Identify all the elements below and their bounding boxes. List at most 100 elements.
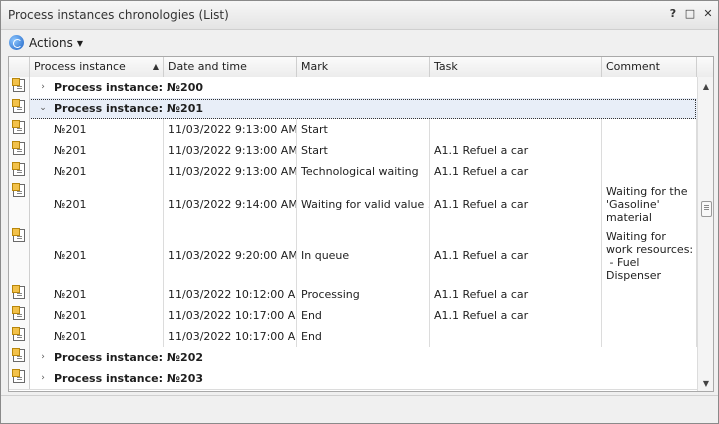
table-row[interactable]: №201 11/03/2022 10:12:00 AM Processing A1.1… (9, 284, 697, 306)
cell-comment (602, 140, 697, 161)
sort-asc-icon: ▲ (152, 62, 159, 71)
cell-task: A1.1 Refuel a car (430, 305, 602, 326)
scroll-thumb[interactable] (701, 201, 712, 217)
table-row[interactable]: №201 11/03/2022 10:17:00 AM End (9, 326, 697, 348)
note-icon (12, 120, 25, 134)
cell-mark: In queue (297, 227, 430, 284)
cell-instance: №201 (30, 284, 164, 305)
cell-datetime: 11/03/2022 9:13:00 AM (164, 161, 297, 182)
group-row[interactable]: › Process instance: №202 (9, 347, 697, 369)
group-row[interactable]: › Process instance: №200 (9, 77, 697, 99)
cell-comment (602, 119, 697, 140)
row-indicator[interactable] (9, 227, 30, 284)
grid-header: Process instance ▲ Date and time Mark Ta… (9, 57, 713, 78)
group-row[interactable]: › Process instance: №203 (9, 368, 697, 390)
row-indicator[interactable] (9, 305, 30, 326)
expand-chevron-icon[interactable]: › (37, 351, 49, 363)
group-label: Process instance: №203 (54, 372, 204, 385)
group-row[interactable]: ⌄ Process instance: №201 (9, 98, 697, 120)
help-button[interactable]: ? (666, 7, 680, 21)
note-icon (12, 306, 25, 320)
note-icon (12, 228, 25, 242)
cell-task: A1.1 Refuel a car (430, 284, 602, 305)
cell-comment (602, 284, 697, 305)
refresh-circle-icon (9, 35, 24, 50)
group-label: Process instance: №201 (54, 102, 204, 115)
cell-instance: №201 (30, 305, 164, 326)
expand-chevron-icon[interactable]: › (37, 372, 49, 384)
note-icon (12, 99, 25, 113)
table-row[interactable]: №201 11/03/2022 9:14:00 AM Waiting for val… (9, 182, 697, 228)
cell-datetime: 11/03/2022 10:12:00 AM (164, 284, 297, 305)
actions-label: Actions (29, 35, 73, 50)
note-icon (12, 369, 25, 383)
cell-mark: End (297, 305, 430, 326)
column-header-task[interactable]: Task (430, 57, 602, 77)
window-title: Process instances chronologies (List) (8, 8, 229, 22)
row-indicator[interactable] (9, 182, 30, 227)
table-row[interactable]: №201 11/03/2022 10:17:00 AM End A1.1 Refuel… (9, 305, 697, 327)
cell-task (430, 326, 602, 347)
cell-instance: №201 (30, 227, 164, 284)
note-icon (12, 141, 25, 155)
column-header-mark[interactable]: Mark (297, 57, 430, 77)
row-indicator[interactable] (9, 368, 30, 389)
row-indicator[interactable] (9, 326, 30, 347)
cell-task: A1.1 Refuel a car (430, 227, 602, 284)
toolbar: Actions ▼ (1, 30, 718, 55)
chronology-grid: Process instance ▲ Date and time Mark Ta… (8, 56, 714, 392)
table-row[interactable]: №201 11/03/2022 9:13:00 AM Start A1.1 Refue… (9, 140, 697, 162)
cell-instance: №201 (30, 326, 164, 347)
close-button[interactable]: ✕ (701, 7, 715, 21)
column-header-label: Process instance (34, 60, 126, 73)
group-label: Process instance: №200 (54, 81, 204, 94)
cell-mark: Processing (297, 284, 430, 305)
scroll-down-icon[interactable]: ▼ (701, 379, 711, 389)
column-header-label: Mark (301, 60, 329, 73)
collapse-chevron-icon[interactable]: ⌄ (37, 102, 49, 114)
scroll-up-icon[interactable]: ▲ (701, 82, 711, 92)
cell-task (430, 119, 602, 140)
row-indicator[interactable] (9, 347, 30, 368)
cell-mark: Technological waiting (297, 161, 430, 182)
column-header-label: Task (434, 60, 458, 73)
column-header-comment[interactable]: Comment (602, 57, 697, 77)
note-icon (12, 78, 25, 92)
row-indicator[interactable] (9, 98, 30, 119)
row-indicator[interactable] (9, 284, 30, 305)
cell-datetime: 11/03/2022 10:17:00 AM (164, 326, 297, 347)
actions-menu-button[interactable]: Actions ▼ (9, 33, 83, 52)
cell-mark: End (297, 326, 430, 347)
table-row[interactable]: №201 11/03/2022 9:13:00 AM Start (9, 119, 697, 141)
cell-mark: Start (297, 119, 430, 140)
table-row[interactable]: №201 11/03/2022 9:20:00 AM In queue A1.1 Re… (9, 227, 697, 285)
cell-datetime: 11/03/2022 9:13:00 AM (164, 119, 297, 140)
column-header-process-instance[interactable]: Process instance ▲ (30, 57, 164, 77)
cell-mark: Start (297, 140, 430, 161)
header-indicator (9, 57, 30, 77)
row-indicator[interactable] (9, 77, 30, 98)
cell-instance: №201 (30, 182, 164, 227)
cell-instance: №201 (30, 161, 164, 182)
cell-datetime: 11/03/2022 9:20:00 AM (164, 227, 297, 284)
restore-button[interactable]: □ (683, 7, 697, 21)
row-indicator[interactable] (9, 161, 30, 182)
cell-comment: Waiting for the 'Gasoline' material reso… (602, 182, 697, 227)
row-indicator[interactable] (9, 140, 30, 161)
note-icon (12, 183, 25, 197)
group-label: Process instance: №202 (54, 351, 204, 364)
expand-chevron-icon[interactable]: › (37, 81, 49, 93)
row-indicator[interactable] (9, 119, 30, 140)
note-icon (12, 162, 25, 176)
cell-instance: №201 (30, 119, 164, 140)
cell-datetime: 11/03/2022 9:14:00 AM (164, 182, 297, 227)
cell-task: A1.1 Refuel a car (430, 161, 602, 182)
note-icon (12, 327, 25, 341)
table-row[interactable]: №201 11/03/2022 9:13:00 AM Technological w… (9, 161, 697, 183)
cell-task: A1.1 Refuel a car (430, 182, 602, 227)
column-header-date-time[interactable]: Date and time (164, 57, 297, 77)
column-header-label: Date and time (168, 60, 247, 73)
cell-instance: №201 (30, 140, 164, 161)
vertical-scrollbar[interactable]: ▲ ▼ (697, 77, 713, 391)
column-header-label: Comment (606, 60, 660, 73)
